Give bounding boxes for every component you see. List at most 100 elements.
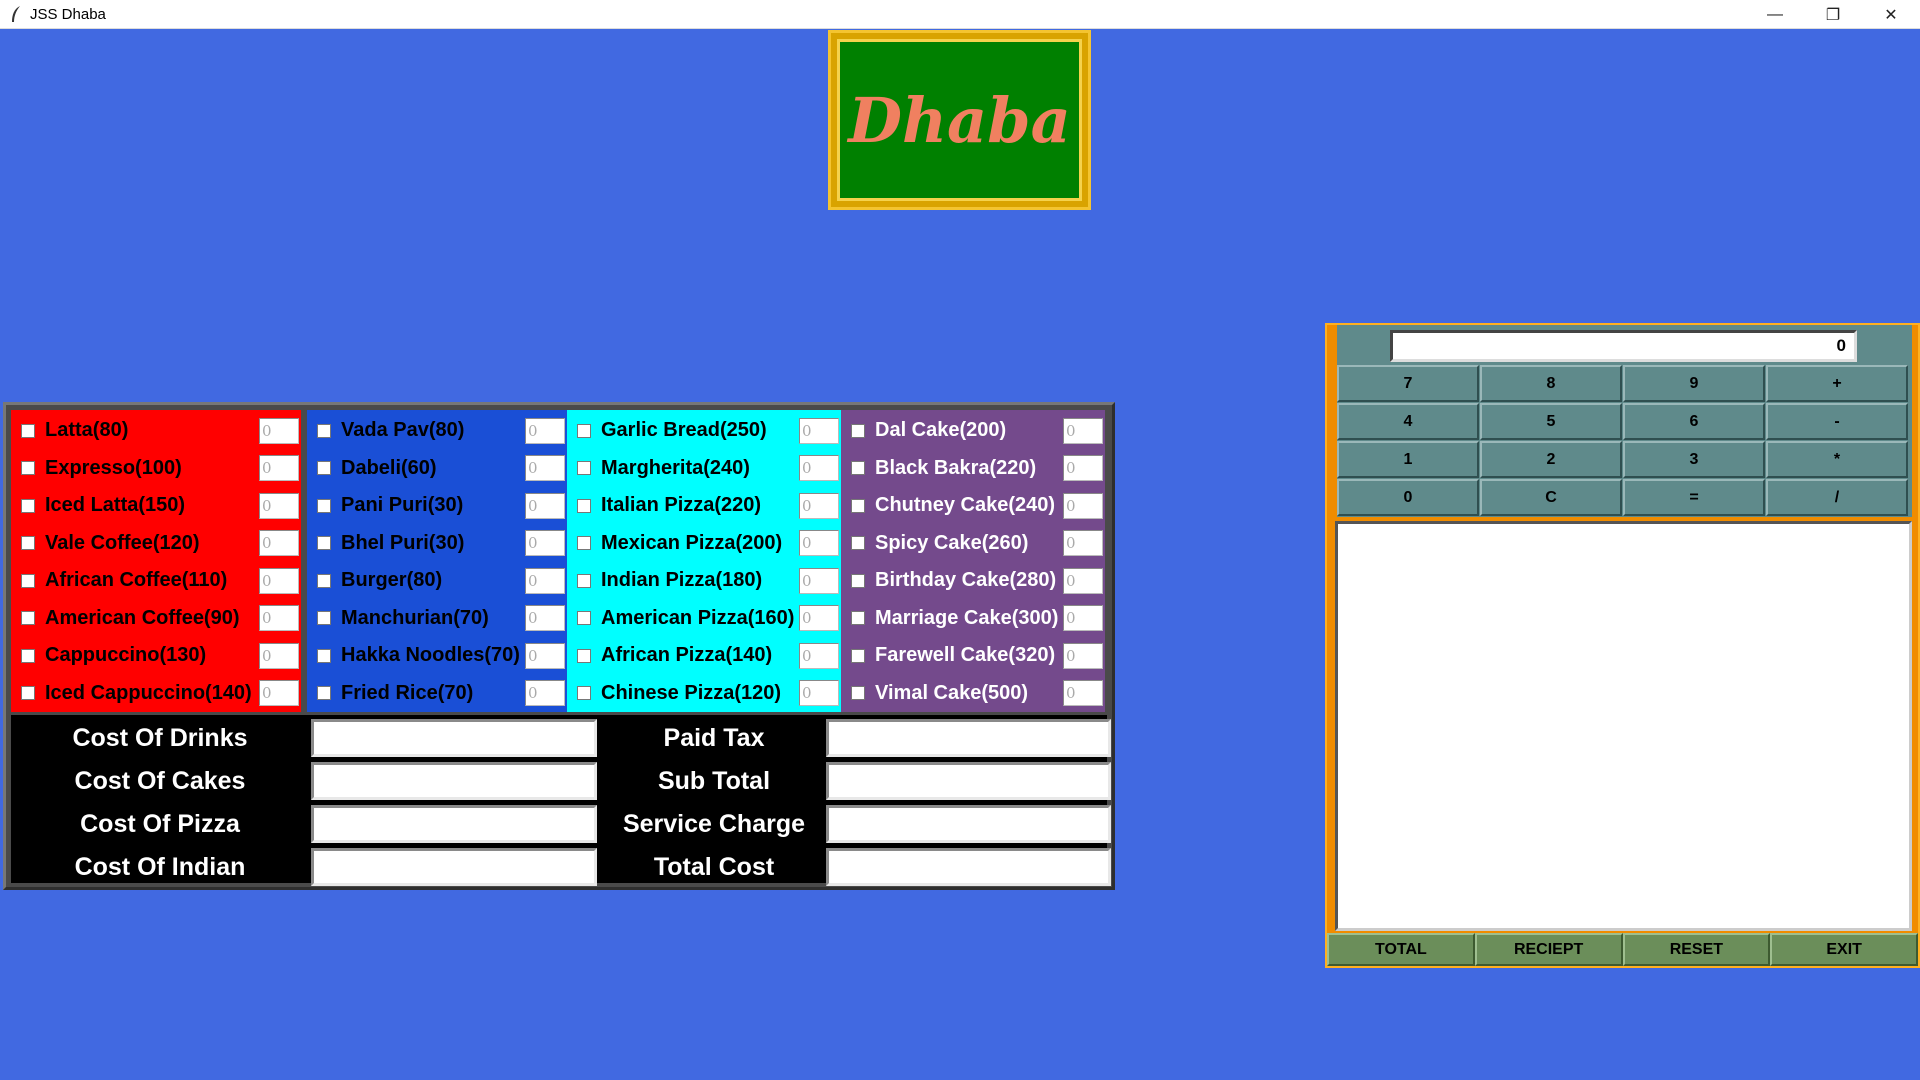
pizza-item-quantity[interactable]: 0 [799, 417, 839, 444]
calc-key-clear[interactable]: C [1480, 479, 1622, 516]
indian-item-quantity[interactable]: 0 [525, 530, 565, 557]
cakes-item-checkbox[interactable] [851, 461, 865, 476]
cakes-item-checkbox[interactable] [851, 648, 865, 663]
cakes-item-quantity[interactable]: 0 [1063, 680, 1103, 707]
drinks-item-quantity[interactable]: 0 [259, 455, 299, 482]
calc-key-multiply[interactable]: * [1766, 441, 1908, 478]
drinks-item-quantity[interactable]: 0 [259, 567, 299, 594]
indian-item-checkbox[interactable] [317, 648, 331, 663]
indian-item-checkbox[interactable] [317, 686, 331, 701]
cakes-item-quantity[interactable]: 0 [1063, 605, 1103, 632]
indian-item-checkbox[interactable] [317, 498, 331, 513]
minimize-button[interactable]: — [1746, 0, 1804, 29]
cakes-item-checkbox[interactable] [851, 573, 865, 588]
pizza-item-quantity[interactable]: 0 [799, 567, 839, 594]
calc-key-plus[interactable]: + [1766, 365, 1908, 402]
pizza-item-quantity[interactable]: 0 [799, 530, 839, 557]
calc-key-0[interactable]: 0 [1337, 479, 1479, 516]
maximize-button[interactable]: ❐ [1804, 0, 1862, 29]
cakes-item-quantity[interactable]: 0 [1063, 455, 1103, 482]
pizza-item-quantity[interactable]: 0 [799, 492, 839, 519]
sub-total-field[interactable] [826, 762, 1111, 800]
drinks-item-checkbox[interactable] [21, 536, 35, 551]
calc-key-minus[interactable]: - [1766, 403, 1908, 440]
indian-item-quantity[interactable]: 0 [525, 567, 565, 594]
calc-key-6[interactable]: 6 [1623, 403, 1765, 440]
pizza-item-quantity[interactable]: 0 [799, 605, 839, 632]
calc-key-9[interactable]: 9 [1623, 365, 1765, 402]
receipt-textarea[interactable] [1335, 521, 1912, 931]
indian-item-checkbox[interactable] [317, 423, 331, 438]
calc-key-equals[interactable]: = [1623, 479, 1765, 516]
calc-key-5[interactable]: 5 [1480, 403, 1622, 440]
cost-cakes-field[interactable] [311, 762, 597, 800]
calc-key-4[interactable]: 4 [1337, 403, 1479, 440]
drinks-item-quantity[interactable]: 0 [259, 492, 299, 519]
indian-item-checkbox[interactable] [317, 536, 331, 551]
calc-key-1[interactable]: 1 [1337, 441, 1479, 478]
pizza-item-checkbox[interactable] [577, 461, 591, 476]
cakes-item-quantity[interactable]: 0 [1063, 492, 1103, 519]
drinks-item-checkbox[interactable] [21, 573, 35, 588]
drinks-item-checkbox[interactable] [21, 611, 35, 626]
calc-key-divide[interactable]: / [1766, 479, 1908, 516]
indian-item-quantity[interactable]: 0 [525, 417, 565, 444]
drinks-item-checkbox[interactable] [21, 648, 35, 663]
drinks-item-label: Cappuccino(130) [45, 644, 207, 667]
cost-pizza-field[interactable] [311, 805, 597, 843]
pizza-item-quantity[interactable]: 0 [799, 680, 839, 707]
pizza-item-quantity[interactable]: 0 [799, 642, 839, 669]
pizza-item-quantity[interactable]: 0 [799, 455, 839, 482]
close-button[interactable]: ✕ [1862, 0, 1920, 29]
indian-item: Vada Pav(80) 0 [307, 412, 567, 450]
cakes-item-quantity[interactable]: 0 [1063, 417, 1103, 444]
pizza-item-checkbox[interactable] [577, 536, 591, 551]
drinks-item-quantity[interactable]: 0 [259, 680, 299, 707]
indian-item-checkbox[interactable] [317, 611, 331, 626]
drinks-item-checkbox[interactable] [21, 498, 35, 513]
pizza-item-checkbox[interactable] [577, 423, 591, 438]
reset-button[interactable]: RESET [1622, 933, 1771, 966]
pizza-item-checkbox[interactable] [577, 611, 591, 626]
total-cost-field[interactable] [826, 848, 1111, 886]
indian-item-quantity[interactable]: 0 [525, 642, 565, 669]
calc-key-7[interactable]: 7 [1337, 365, 1479, 402]
cakes-item-checkbox[interactable] [851, 611, 865, 626]
cakes-item-quantity[interactable]: 0 [1063, 530, 1103, 557]
total-button[interactable]: TOTAL [1327, 933, 1475, 966]
drinks-item-quantity[interactable]: 0 [259, 417, 299, 444]
drinks-item-checkbox[interactable] [21, 423, 35, 438]
drinks-item-checkbox[interactable] [21, 686, 35, 701]
calc-key-2[interactable]: 2 [1480, 441, 1622, 478]
cakes-item-checkbox[interactable] [851, 498, 865, 513]
pizza-item-checkbox[interactable] [577, 573, 591, 588]
calculator-display[interactable]: 0 [1390, 330, 1857, 362]
indian-item-quantity[interactable]: 0 [525, 455, 565, 482]
cakes-item-checkbox[interactable] [851, 536, 865, 551]
calc-key-8[interactable]: 8 [1480, 365, 1622, 402]
cakes-item-quantity[interactable]: 0 [1063, 567, 1103, 594]
pizza-item-checkbox[interactable] [577, 648, 591, 663]
drinks-item-checkbox[interactable] [21, 461, 35, 476]
drinks-item-quantity[interactable]: 0 [259, 530, 299, 557]
indian-item-quantity[interactable]: 0 [525, 680, 565, 707]
service-charge-field[interactable] [826, 805, 1111, 843]
indian-item: Hakka Noodles(70) 0 [307, 637, 567, 675]
cakes-item-checkbox[interactable] [851, 423, 865, 438]
pizza-item-checkbox[interactable] [577, 686, 591, 701]
indian-item-checkbox[interactable] [317, 461, 331, 476]
cakes-item-quantity[interactable]: 0 [1063, 642, 1103, 669]
drinks-item-quantity[interactable]: 0 [259, 605, 299, 632]
drinks-item-quantity[interactable]: 0 [259, 642, 299, 669]
pizza-item-checkbox[interactable] [577, 498, 591, 513]
indian-item-checkbox[interactable] [317, 573, 331, 588]
indian-item-quantity[interactable]: 0 [525, 605, 565, 632]
indian-item-quantity[interactable]: 0 [525, 492, 565, 519]
exit-button[interactable]: EXIT [1770, 933, 1918, 966]
cost-indian-field[interactable] [311, 848, 597, 886]
calc-key-3[interactable]: 3 [1623, 441, 1765, 478]
cakes-item-checkbox[interactable] [851, 686, 865, 701]
cost-drinks-field[interactable] [311, 719, 597, 757]
reciept-button[interactable]: RECIEPT [1474, 933, 1623, 966]
paid-tax-field[interactable] [826, 719, 1111, 757]
